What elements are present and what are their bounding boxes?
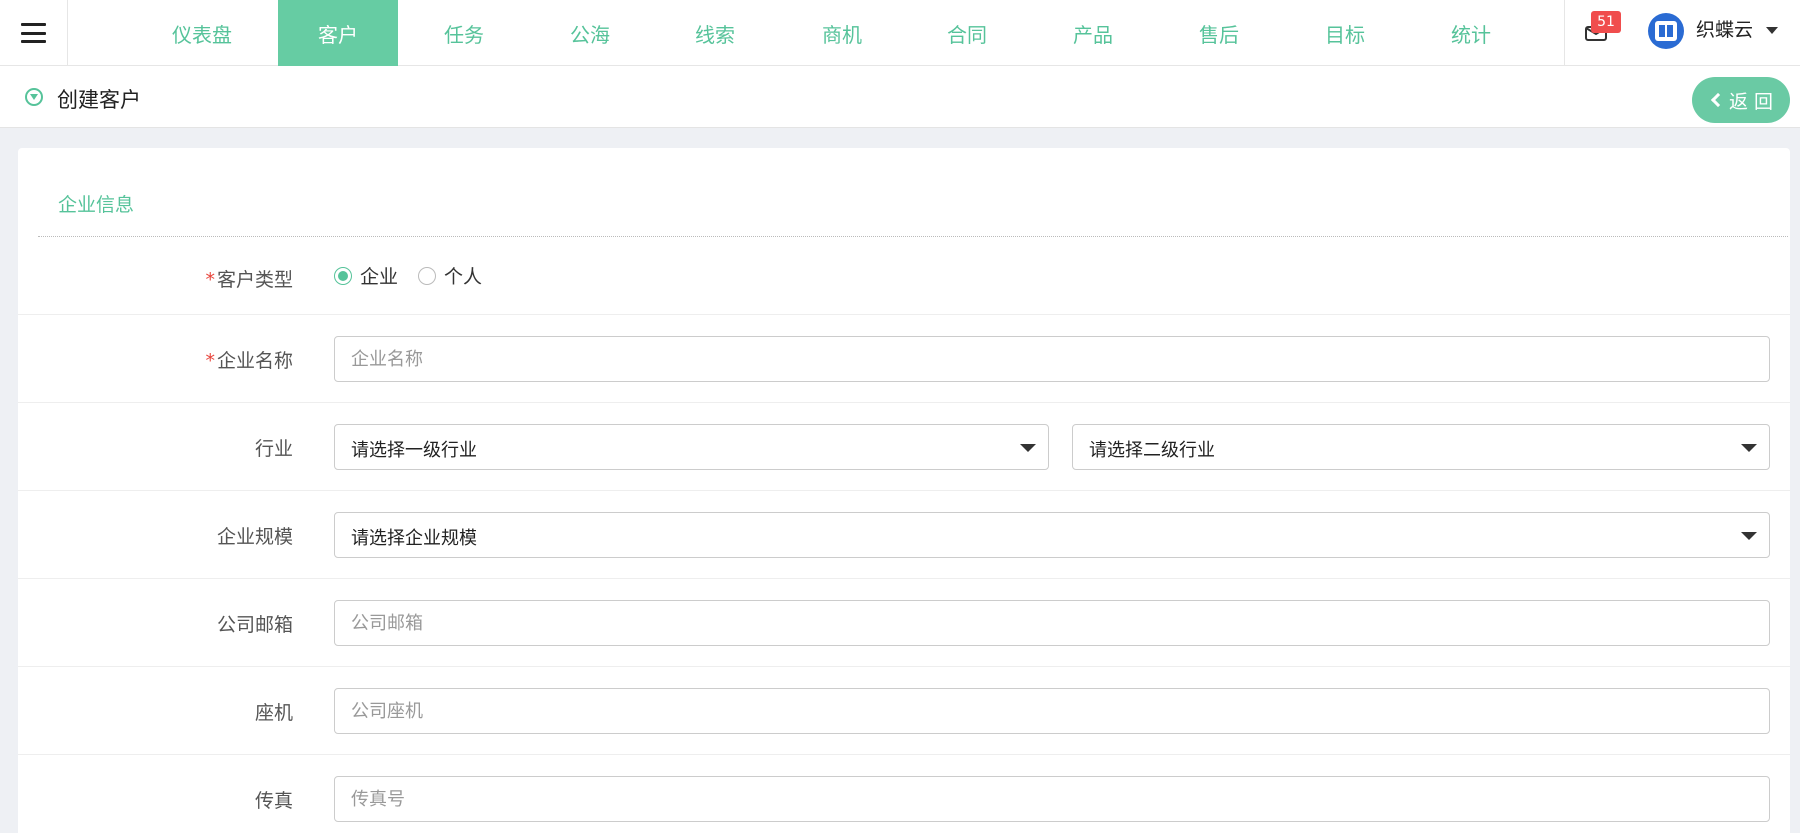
caret-down-icon: [1741, 532, 1757, 540]
top-navbar: 仪表盘 客户 任务 公海 线索 商机 合同 产品 售后 目标 统计 51 织蝶云: [0, 0, 1800, 66]
nav-item-opportunities[interactable]: 商机: [782, 0, 902, 66]
customer-type-label: * 客户类型: [205, 269, 293, 291]
fax-label: 传真: [254, 790, 293, 812]
chevron-down-icon[interactable]: [1766, 27, 1778, 34]
download-circle-icon: [25, 88, 43, 106]
company-scale-select[interactable]: 请选择企业规模: [334, 512, 1770, 558]
company-name-input[interactable]: [334, 336, 1770, 382]
user-name[interactable]: 织蝶云: [1696, 0, 1753, 60]
row-fax: 传真: [18, 755, 1790, 833]
nav-item-goals[interactable]: 目标: [1285, 0, 1405, 66]
back-button[interactable]: 返 回: [1692, 77, 1790, 123]
caret-down-icon: [1020, 444, 1036, 452]
nav-item-tasks[interactable]: 任务: [404, 0, 524, 66]
nav-item-leads[interactable]: 线索: [655, 0, 775, 66]
section-title: 企业信息: [58, 194, 135, 216]
row-industry: 行业 请选择一级行业 请选择二级行业: [18, 403, 1790, 491]
row-company-name: * 企业名称: [18, 315, 1790, 403]
landline-label: 座机: [254, 702, 293, 724]
caret-down-icon: [1741, 444, 1757, 452]
nav-item-after-sales[interactable]: 售后: [1159, 0, 1279, 66]
hamburger-icon: [21, 23, 46, 43]
industry-level2-select[interactable]: 请选择二级行业: [1072, 424, 1770, 470]
row-landline: 座机: [18, 667, 1790, 755]
industry-level1-select[interactable]: 请选择一级行业: [334, 424, 1049, 470]
logo-icon: [1655, 21, 1677, 41]
landline-input[interactable]: [334, 688, 1770, 734]
nav-item-contracts[interactable]: 合同: [907, 0, 1027, 66]
nav-item-statistics[interactable]: 统计: [1411, 0, 1531, 66]
company-scale-label: 企业规模: [216, 526, 293, 548]
company-name-label: * 企业名称: [205, 350, 293, 372]
page-title: 创建客户: [57, 88, 141, 112]
nav-item-dashboard[interactable]: 仪表盘: [142, 0, 262, 66]
back-button-label: 返 回: [1728, 90, 1774, 113]
nav-item-public-pool[interactable]: 公海: [530, 0, 650, 66]
chevron-left-icon: [1710, 92, 1726, 108]
page-header: 创建客户 返 回: [0, 66, 1800, 128]
form-card: 企业信息 *客户类型 企业 个人 *企业名称 行业 请选择一级行业 请选择二级行…: [18, 148, 1790, 833]
radio-option-enterprise[interactable]: 企业: [334, 262, 398, 289]
mail-count-badge: 51: [1591, 11, 1621, 33]
fax-input[interactable]: [334, 776, 1770, 822]
row-company-scale: 企业规模 请选择企业规模: [18, 491, 1790, 579]
nav-divider: [1564, 0, 1565, 66]
nav-item-products[interactable]: 产品: [1033, 0, 1153, 66]
avatar[interactable]: [1648, 13, 1684, 49]
industry-label: 行业: [254, 438, 293, 460]
row-company-email: 公司邮箱: [18, 579, 1790, 667]
company-email-label: 公司邮箱: [216, 614, 293, 636]
radio-checked-icon[interactable]: [334, 266, 352, 285]
nav-item-customers[interactable]: 客户: [278, 0, 398, 66]
customer-type-radio-group: 企业 个人: [334, 237, 482, 314]
company-email-input[interactable]: [334, 600, 1770, 646]
menu-toggle-button[interactable]: [0, 0, 68, 66]
row-customer-type: * 客户类型 企业 个人: [18, 237, 1790, 315]
radio-option-individual[interactable]: 个人: [418, 262, 482, 289]
radio-unchecked-icon[interactable]: [418, 266, 437, 285]
